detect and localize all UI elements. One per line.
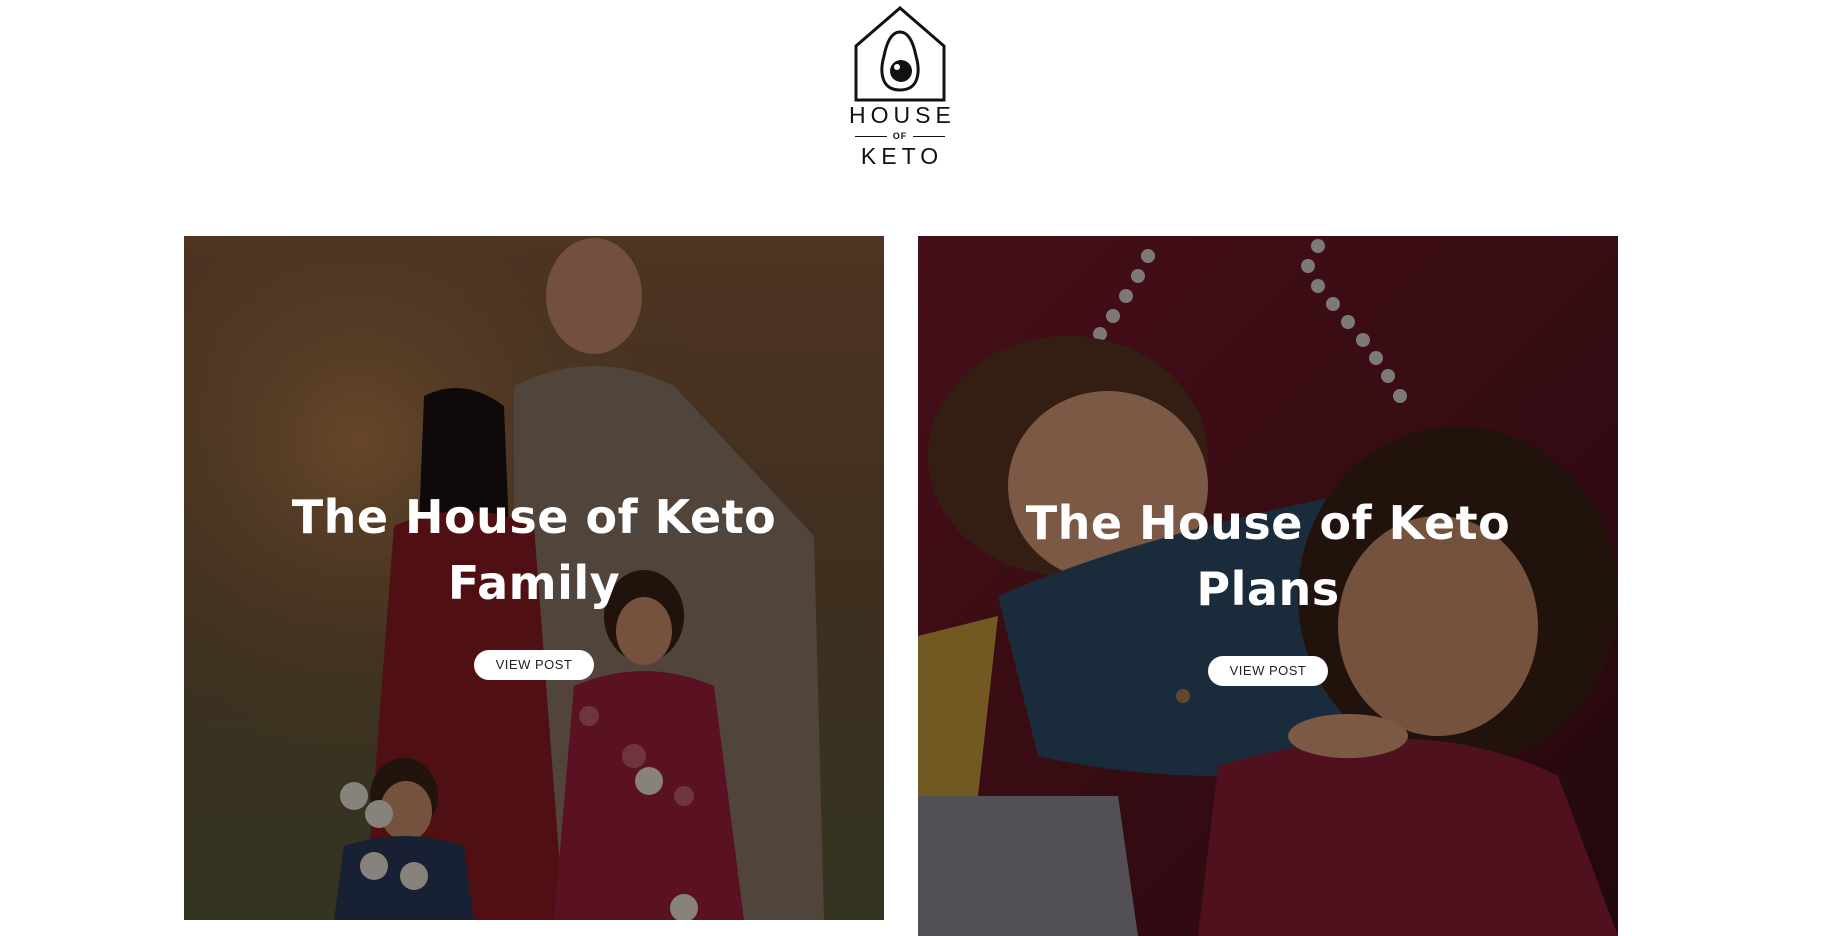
card-title[interactable]: The House of Keto Family [254,484,814,616]
logo-rule-left [854,135,887,137]
view-post-button[interactable]: VIEW POST [473,650,595,680]
site-logo[interactable]: HOUSE OF KETO [845,4,955,174]
logo-rule-right [913,135,946,137]
view-post-button[interactable]: VIEW POST [1207,656,1329,686]
logo-word-house: HOUSE [849,102,956,128]
avocado-house-icon [854,6,946,102]
post-card-plans[interactable]: The House of Keto Plans VIEW POST [918,236,1618,936]
card-title[interactable]: The House of Keto Plans [988,490,1548,622]
post-card-family[interactable]: The House of Keto Family VIEW POST [184,236,884,920]
card-content: The House of Keto Family VIEW POST [184,484,884,680]
logo-word-keto: KETO [860,143,944,169]
card-content: The House of Keto Plans VIEW POST [918,490,1618,686]
logo-word-of: OF [892,131,908,141]
